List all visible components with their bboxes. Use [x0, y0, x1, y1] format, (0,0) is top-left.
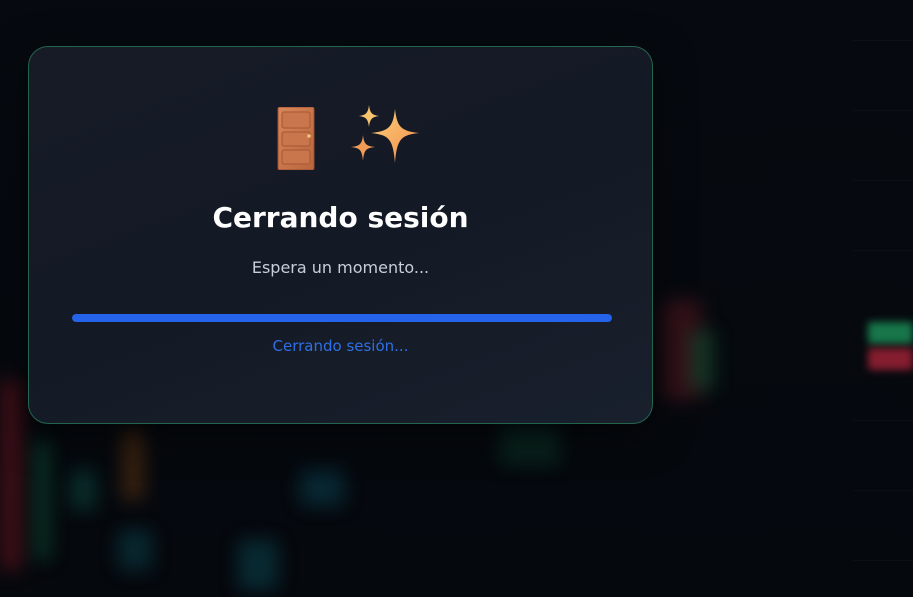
background-gridline — [853, 40, 913, 41]
background-candle — [300, 470, 344, 506]
background-gridline — [853, 420, 913, 421]
background-candle — [690, 330, 714, 390]
logout-progress-bar — [72, 314, 612, 322]
logout-status-text: Cerrando sesión... — [272, 337, 409, 355]
logout-dialog: Cerrando sesión Espera un momento... Cer… — [28, 46, 653, 424]
background-candle — [70, 470, 96, 510]
background-gridline — [853, 180, 913, 181]
door-icon — [277, 107, 315, 170]
dialog-subtitle: Espera un momento... — [251, 258, 430, 277]
background-candle — [868, 322, 913, 344]
background-gridline — [853, 560, 913, 561]
background-gridline — [853, 250, 913, 251]
sparkles-icon — [351, 105, 419, 163]
logout-progress-fill — [72, 314, 612, 322]
background-candle — [122, 430, 144, 500]
background-candle — [500, 425, 560, 465]
background-candle — [118, 530, 152, 570]
background-gridline — [853, 490, 913, 491]
background-candle — [868, 348, 913, 370]
background-candle — [34, 440, 50, 560]
background-gridline — [853, 110, 913, 111]
background-candle — [0, 380, 22, 570]
logout-icons — [29, 105, 652, 171]
background-candle — [238, 540, 278, 590]
dialog-title: Cerrando sesión — [212, 201, 469, 234]
